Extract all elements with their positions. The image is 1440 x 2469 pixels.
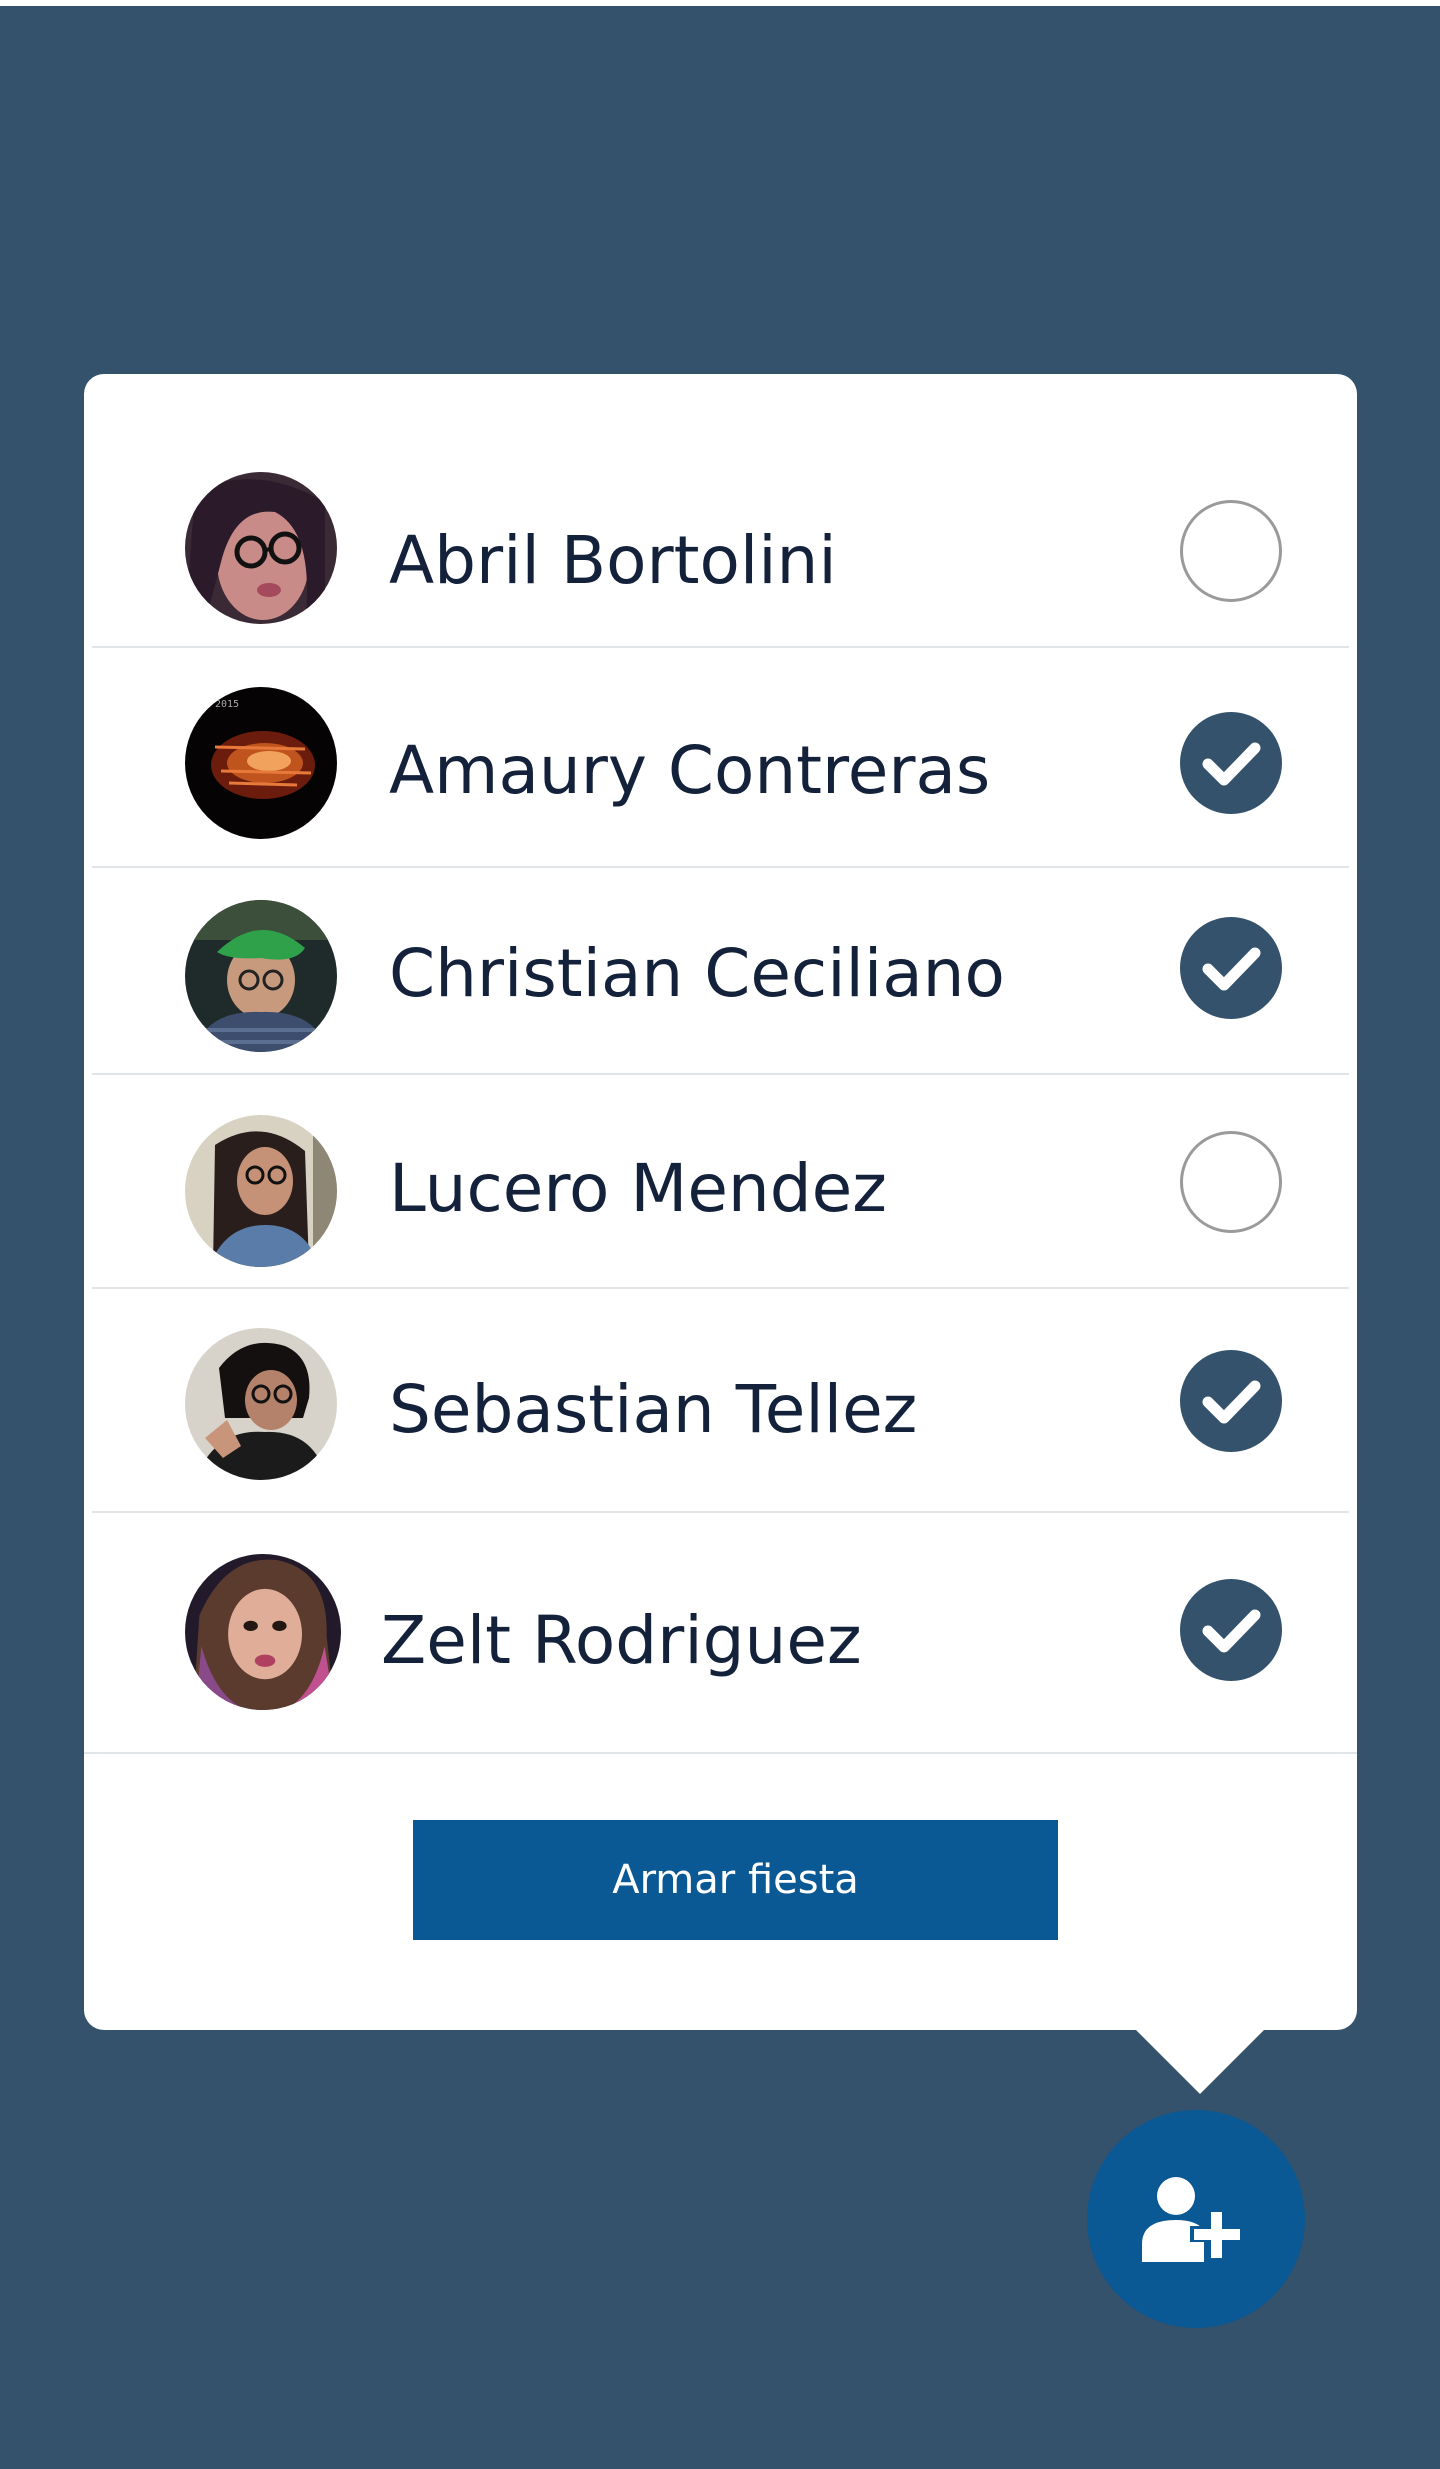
add-user-icon — [1142, 2177, 1242, 2262]
popover-pointer — [1134, 2028, 1266, 2094]
friend-name: Amaury Contreras — [389, 732, 991, 809]
friend-name: Zelt Rodriguez — [381, 1602, 862, 1679]
checkmark-icon[interactable] — [1180, 917, 1282, 1019]
friend-name: Sebastian Tellez — [389, 1371, 918, 1448]
avatar — [185, 472, 337, 624]
avatar — [185, 1328, 337, 1480]
friend-row[interactable]: Christian Ceciliano — [92, 868, 1349, 1075]
avatar — [185, 1115, 337, 1267]
friend-name: Abril Bortolini — [389, 522, 837, 599]
friend-name: Lucero Mendez — [389, 1150, 887, 1227]
unchecked-circle-icon[interactable] — [1180, 1131, 1282, 1233]
top-edge — [0, 0, 1440, 6]
checkmark-icon[interactable] — [1180, 712, 1282, 814]
armar-fiesta-button[interactable]: Armar fiesta — [413, 1820, 1058, 1940]
friend-row[interactable]: Sebastian Tellez — [92, 1289, 1349, 1513]
avatar — [185, 1554, 341, 1710]
friend-picker-popover: Abril Bortolini 2015 Amaury Contreras Ch… — [84, 374, 1357, 2030]
friend-row[interactable]: Zelt Rodriguez — [84, 1513, 1357, 1754]
friend-row[interactable]: Abril Bortolini — [92, 374, 1349, 648]
friend-name: Christian Ceciliano — [389, 935, 1005, 1012]
svg-text:2015: 2015 — [215, 699, 239, 710]
unchecked-circle-icon[interactable] — [1180, 500, 1282, 602]
friend-row[interactable]: Lucero Mendez — [92, 1075, 1349, 1289]
avatar — [185, 900, 337, 1052]
checkmark-icon[interactable] — [1180, 1579, 1282, 1681]
checkmark-icon[interactable] — [1180, 1350, 1282, 1452]
friend-row[interactable]: 2015 Amaury Contreras — [92, 648, 1349, 868]
add-user-fab[interactable] — [1087, 2110, 1305, 2328]
avatar: 2015 — [185, 687, 337, 839]
